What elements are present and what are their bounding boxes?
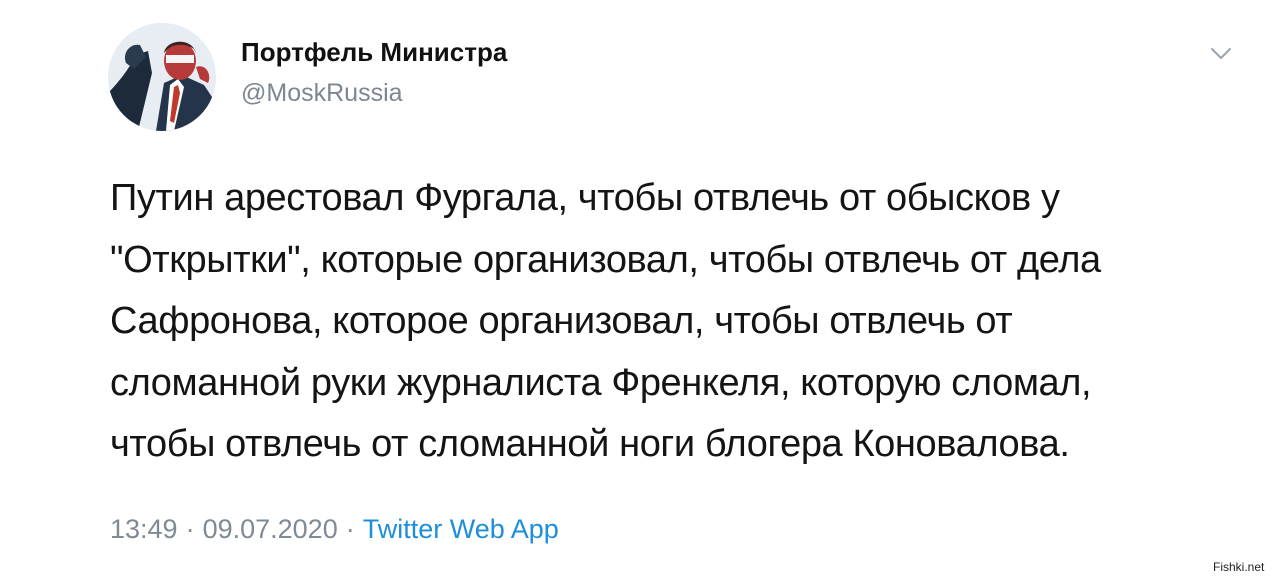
tweet-time[interactable]: 13:49	[110, 514, 178, 544]
chevron-down-icon	[1211, 48, 1231, 59]
meta-separator: ·	[185, 514, 195, 544]
tweet-text-line: "Открытки", которые организовал, чтобы о…	[110, 238, 1101, 281]
watermark: Fishki.net	[1213, 560, 1265, 574]
tweet-text-line: Сафронова, которое организовал, чтобы от…	[110, 300, 1013, 342]
user-avatar[interactable]	[108, 23, 216, 131]
tweet-text-line: Путин арестовал Фургала, чтобы отвлечь о…	[110, 177, 1060, 219]
tweet-meta: 13:49 · 09.07.2020 · Twitter Web App	[110, 514, 559, 545]
author-display-name[interactable]: Портфель Министра	[241, 37, 507, 68]
tweet-source-link[interactable]: Twitter Web App	[363, 514, 559, 544]
user-avatar-icon	[108, 23, 216, 131]
tweet-menu-button[interactable]	[1208, 43, 1234, 63]
tweet-text: Путин арестовал Фургала, чтобы отвлечь о…	[110, 168, 1210, 476]
author-handle[interactable]: @MoskRussia	[241, 79, 403, 108]
tweet-text-line: сломанной руки журналиста Френкеля, кото…	[110, 361, 1092, 404]
tweet-date[interactable]: 09.07.2020	[203, 514, 338, 544]
tweet-card: Портфель Министра @MoskRussia Путин арес…	[0, 0, 1280, 579]
meta-separator: ·	[345, 514, 355, 544]
tweet-text-line: чтобы отвлечь от сломанной ноги блогера …	[110, 423, 1070, 465]
